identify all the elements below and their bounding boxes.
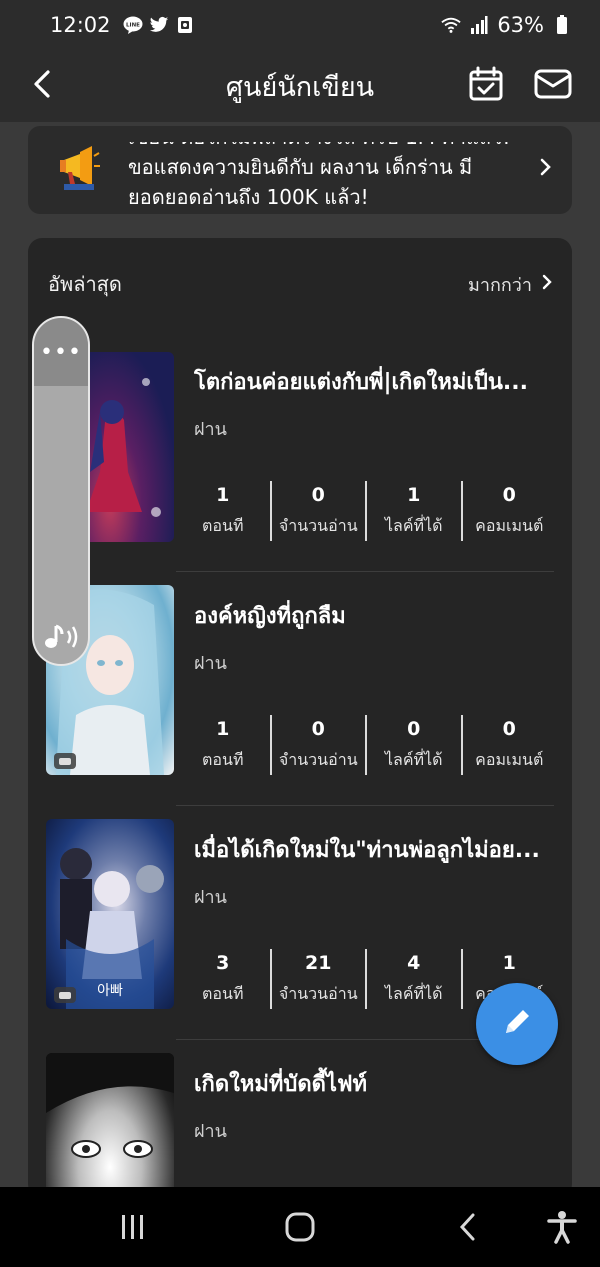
chevron-right-icon [542,274,552,295]
reads-label: จำนวนอ่าน [278,983,358,1003]
likes-label: ไลค์ที่ได้ [384,515,443,535]
list-item[interactable]: โตก่อนค่อยแต่งกับพี่|เกิดใหม่เป็น... ฝาน… [28,338,572,572]
reads-label: จำนวนอ่าน [278,749,358,769]
screenshot-icon [175,15,195,35]
signal-icon [469,15,489,35]
more-link[interactable]: มากกว่า [468,270,552,299]
chat-icon [54,753,76,769]
more-options-button[interactable]: ••• [34,318,88,386]
item-author: ฝาน [194,419,227,440]
announcement-banner[interactable]: เขียน ต่อไกไม่พลาดรางวัล ครบ 1M ค่าแล้ว!… [28,126,572,214]
episodes-count: 1 [216,717,230,740]
cover-image: 아빠 [46,819,174,1009]
page-title: ศูนย์นักเขียน [225,71,375,103]
pencil-icon [500,1005,534,1043]
more-dots-icon: ••• [40,339,82,365]
likes-label: ไลค์ที่ได้ [384,749,443,769]
accessibility-icon[interactable] [542,1209,582,1245]
reads-label: จำนวนอ่าน [278,515,358,535]
home-icon[interactable] [280,1209,320,1245]
item-title: เมื่อได้เกิดใหม่ใน"ท่านพ่อลูกไม่อย... [194,838,540,863]
item-stats: 1 ตอนที 0 จำนวนอ่าน 0 ไลค์ที่ได้ 0 คอมเมนต์ [176,715,556,775]
item-stats: 1 ตอนที 0 จำนวนอ่าน 1 ไลค์ที่ได้ 0 คอมเมนต์ [176,481,556,541]
status-bar: 12:02 LINE 63% [0,0,600,50]
likes-count: 1 [407,483,421,506]
episodes-label: ตอนที [202,515,244,535]
back-nav-icon[interactable] [448,1209,488,1245]
line-icon: LINE [123,15,143,35]
twitter-icon [149,15,169,35]
announcement-line-main: ขอแสดงความยินดีกับ ผลงาน เด็กร่าน มี [128,155,473,179]
battery-percent: 63% [497,13,544,37]
chevron-right-icon [540,157,552,183]
more-label: มากกว่า [468,274,532,296]
svg-text:LINE: LINE [126,23,140,29]
announcement-line-bottom: ยอดยอดอ่านถึง 100K แล้ว! [128,185,369,209]
likes-count: 4 [407,951,421,974]
list-item[interactable]: เกิดใหม่ที่บัดดี้ไฟท์ ฝาน [28,1040,572,1198]
comments-count: 1 [502,951,516,974]
item-title: เกิดใหม่ที่บัดดี้ไฟท์ [194,1072,368,1097]
mail-icon[interactable] [534,67,572,101]
chat-icon [54,987,76,1003]
item-author: ฝาน [194,1121,227,1142]
system-nav-bar [0,1187,600,1267]
write-fab-button[interactable] [476,983,558,1065]
episodes-label: ตอนที [202,983,244,1003]
svg-text:아빠: 아빠 [97,983,123,999]
reads-count: 0 [311,483,325,506]
status-time: 12:02 [50,13,111,37]
likes-label: ไลค์ที่ได้ [384,983,443,1003]
calendar-check-icon[interactable] [468,66,504,102]
cover-image [46,1053,174,1198]
episodes-count: 1 [216,483,230,506]
reads-count: 0 [311,717,325,740]
wifi-icon [441,15,461,35]
item-author: ฝาน [194,653,227,674]
comments-label: คอมเมนต์ [475,515,544,535]
likes-count: 0 [407,717,421,740]
app-bar: ศูนย์นักเขียน [0,50,600,122]
item-author: ฝาน [194,887,227,908]
section-title: อัพล่าสุด [48,272,122,296]
comments-label: คอมเมนต์ [475,749,544,769]
floating-side-panel[interactable]: ••• [32,316,90,666]
battery-icon [552,15,572,35]
comments-count: 0 [502,483,516,506]
announcement-line-top: เขียน ต่อไกไม่พลาดรางวัล ครบ 1M ค่าแล้ว! [128,142,518,152]
item-title: องค์หญิงที่ถูกลืม [194,604,346,629]
episodes-label: ตอนที [202,749,244,769]
comments-count: 0 [502,717,516,740]
item-title: โตก่อนค่อยแต่งกับพี่|เกิดใหม่เป็น... [194,370,528,395]
sound-icon[interactable] [44,622,82,652]
reads-count: 21 [305,951,332,974]
recent-apps-icon[interactable] [113,1209,153,1245]
list-item[interactable]: องค์หญิงที่ถูกลืม ฝาน 1 ตอนที 0 จำนวนอ่าน … [28,572,572,806]
megaphone-icon [58,144,100,192]
announcement-text: เขียน ต่อไกไม่พลาดรางวัล ครบ 1M ค่าแล้ว!… [128,142,518,210]
episodes-count: 3 [216,951,230,974]
